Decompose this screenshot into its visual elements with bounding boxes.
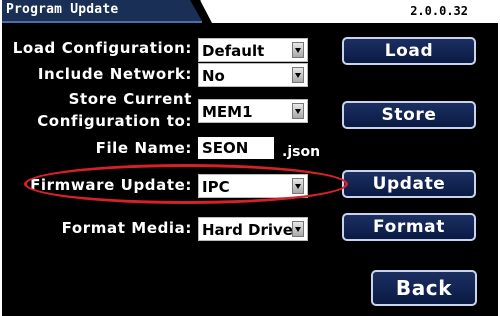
store-current-label-line2: Configuration to: <box>37 112 192 130</box>
store-configuration-dropdown[interactable]: MEM1 <box>198 99 308 123</box>
include-network-label: Include Network: <box>37 65 192 83</box>
load-configuration-value: Default <box>202 42 265 60</box>
title-bar: Program Update 2.0.0.32 <box>2 0 498 25</box>
update-button[interactable]: Update <box>342 170 476 198</box>
include-network-value: No <box>202 67 225 85</box>
format-media-dropdown[interactable]: Hard Drive <box>198 217 308 241</box>
format-media-value: Hard Drive <box>202 221 293 239</box>
firmware-update-label: Firmware Update: <box>30 176 192 194</box>
load-button[interactable]: Load <box>342 37 476 65</box>
format-media-label: Format Media: <box>61 219 192 237</box>
chevron-down-icon[interactable] <box>292 103 304 119</box>
page-title: Program Update <box>6 2 119 17</box>
store-configuration-value: MEM1 <box>202 103 253 121</box>
version-label: 2.0.0.32 <box>410 4 468 18</box>
chevron-down-icon[interactable] <box>292 178 304 194</box>
store-current-label-line1: Store Current <box>68 90 192 108</box>
firmware-update-dropdown[interactable]: IPC <box>198 174 308 198</box>
include-network-dropdown[interactable]: No <box>198 63 308 87</box>
firmware-update-value: IPC <box>202 178 230 196</box>
file-extension-label: .json <box>282 144 321 160</box>
chevron-down-icon[interactable] <box>292 67 304 83</box>
load-configuration-label: Load Configuration: <box>12 39 192 57</box>
file-name-label: File Name: <box>95 139 192 157</box>
format-button[interactable]: Format <box>342 213 476 241</box>
file-name-input[interactable]: SEON <box>198 137 274 159</box>
chevron-down-icon[interactable] <box>292 42 304 58</box>
title-tab-underline <box>2 21 202 23</box>
load-configuration-dropdown[interactable]: Default <box>198 38 308 62</box>
chevron-down-icon[interactable] <box>292 221 304 237</box>
program-update-screen: Program Update 2.0.0.32 Load Configurati… <box>2 0 498 316</box>
store-button[interactable]: Store <box>342 101 476 129</box>
back-button[interactable]: Back <box>371 270 477 306</box>
